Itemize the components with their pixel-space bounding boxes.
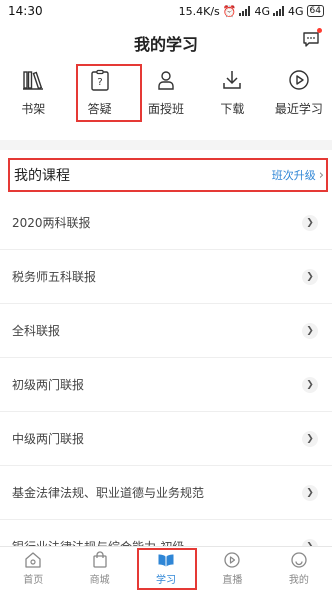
course-name: 2020两科联报 [12,216,91,230]
chevron-right-icon: ❯ [302,214,318,231]
shop-bag-icon [92,551,107,568]
live-play-icon [224,552,241,568]
home-icon [25,552,41,568]
tab-label: 商城 [89,575,110,586]
tab-label: 学习 [156,575,177,586]
status-indicators: 15.4K/s ⏰ 4G 4G 64 [179,5,324,18]
course-list-item[interactable]: 全科联报 ❯ [0,304,332,358]
upgrade-class-label: 班次升级 [271,169,316,182]
section-divider [0,140,332,150]
tab-shop[interactable]: 商城 [66,547,132,590]
tab-live[interactable]: 直播 [199,547,265,590]
course-name: 全科联报 [12,324,61,338]
svg-text:?: ? [97,77,102,88]
chevron-right-icon: ❯ [302,484,318,501]
course-name: 税务师五科联报 [12,270,97,284]
quick-entry-recent[interactable]: 最近学习 [266,68,332,128]
network-type-2: 4G [288,4,304,18]
tab-label: 首页 [23,575,44,586]
chevron-right-icon: ❯ [302,322,318,339]
quick-entry-bookshelf[interactable]: 书架 [0,68,66,128]
course-name: 基金法律法规、职业道德与业务规范 [12,486,205,500]
signal-icon-2 [273,6,285,16]
course-list-item[interactable]: 2020两科联报 ❯ [0,196,332,250]
my-courses-header: 我的课程 班次升级 › [8,158,330,192]
quick-entry-download[interactable]: 下载 [199,68,265,128]
quick-entry-label: 面授班 [148,102,185,116]
tab-study[interactable]: 学习 [133,547,199,590]
bookshelf-icon [23,71,44,90]
quick-entry-label: 答疑 [87,102,112,116]
smile-icon [291,552,307,568]
question-board-icon: ? [90,69,109,91]
course-list-item[interactable]: 基金法律法规、职业道德与业务规范 ❯ [0,466,332,520]
download-icon [223,71,242,89]
battery-icon: 64 [306,5,324,17]
status-bar: 14:30 15.4K/s ⏰ 4G 4G 64 [0,0,332,22]
unread-dot [317,28,322,33]
chevron-right-icon: ❯ [302,430,318,447]
signal-icon [239,6,251,16]
tab-label: 直播 [222,575,243,586]
tab-label: 我的 [288,575,309,586]
tab-mine[interactable]: 我的 [266,547,332,590]
chevron-right-icon: ❯ [302,376,318,393]
my-courses-title: 我的课程 [14,168,70,184]
book-icon [158,554,174,567]
page-title: 我的学习 [133,35,198,54]
tab-home[interactable]: 首页 [0,547,66,590]
chevron-right-icon: › [318,167,324,183]
course-list: 2020两科联报 ❯ 税务师五科联报 ❯ 全科联报 ❯ 初级两门联报 ❯ 中级两… [0,196,332,574]
course-list-item[interactable]: 税务师五科联报 ❯ [0,250,332,304]
chevron-right-icon: ❯ [302,268,318,285]
app-header: 我的学习 [0,22,332,60]
status-time: 14:30 [8,4,43,18]
course-name: 中级两门联报 [12,432,85,446]
quick-entry-label: 书架 [21,102,46,116]
network-type-1: 4G [254,4,271,18]
teacher-icon [158,71,174,90]
course-name: 初级两门联报 [12,378,85,392]
alarm-icon: ⏰ [222,4,237,18]
quick-entry-label: 最近学习 [274,102,323,116]
bottom-tab-bar: 首页 商城 学习 直播 我的 [0,546,332,590]
quick-entry-row: 书架 ? 答疑 面授班 下载 最近学习 [0,68,332,128]
upgrade-class-link[interactable]: 班次升级 › [272,167,324,183]
course-list-item[interactable]: 初级两门联报 ❯ [0,358,332,412]
network-speed: 15.4K/s [178,4,220,18]
quick-entry-label: 下载 [220,102,245,116]
course-list-item[interactable]: 中级两门联报 ❯ [0,412,332,466]
quick-entry-face-class[interactable]: 面授班 [133,68,199,128]
quick-entry-qa[interactable]: ? 答疑 [66,68,132,128]
play-circle-icon [289,70,309,90]
